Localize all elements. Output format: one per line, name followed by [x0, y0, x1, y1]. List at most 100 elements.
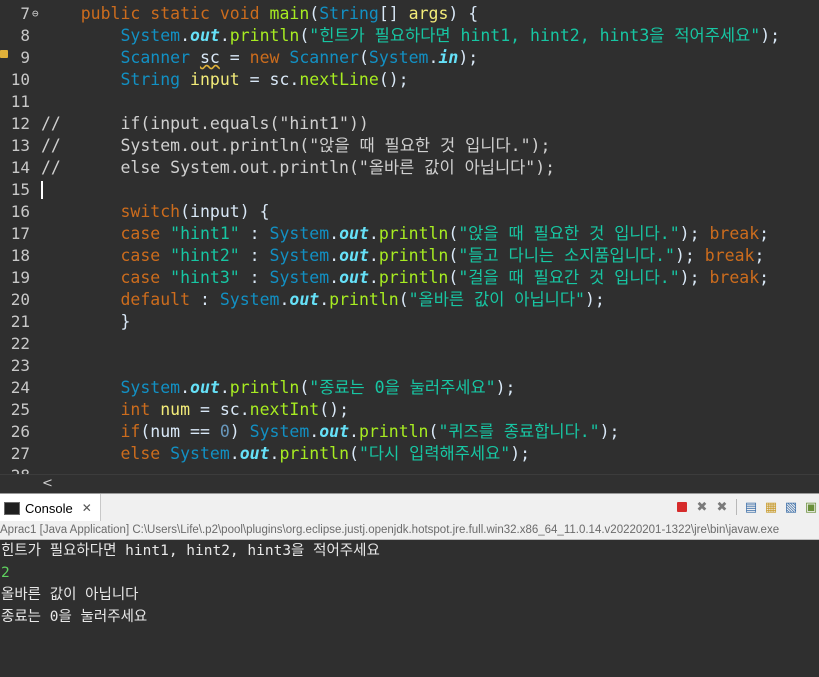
line-number: 17	[10, 224, 30, 243]
code-token: switch	[120, 202, 181, 221]
code-line[interactable]: 10 String input = sc.nextLine();	[0, 69, 819, 91]
code-token: new	[249, 48, 280, 67]
scroll-lock-icon[interactable]: ▦	[763, 499, 779, 515]
horizontal-scrollbar[interactable]: <	[0, 474, 819, 493]
code-line[interactable]: 28	[0, 465, 819, 474]
code-token: System	[249, 422, 310, 441]
code-line[interactable]: 21 }	[0, 311, 819, 333]
code-line[interactable]: 27 else System.out.println("다시 입력해주세요");	[0, 443, 819, 465]
code-token: (	[448, 246, 459, 265]
code-line[interactable]: 15	[0, 179, 819, 201]
code-token: input	[190, 70, 240, 89]
code-line[interactable]: 16 switch(input) {	[0, 201, 819, 223]
code-token: "퀴즈를 종료합니다."	[438, 422, 600, 441]
code-token: "종료는 0을 눌러주세요"	[309, 378, 496, 397]
code-line[interactable]: 24 System.out.println("종료는 0을 눌러주세요");	[0, 377, 819, 399]
code-line[interactable]: 18 case "hint2" : System.out.println("들고…	[0, 245, 819, 267]
code-line[interactable]: 19 case "hint3" : System.out.println("걸을…	[0, 267, 819, 289]
code-token: :	[239, 246, 270, 265]
code-line[interactable]: 17 case "hint1" : System.out.println("앉을…	[0, 223, 819, 245]
code-token: out	[339, 224, 369, 243]
code-line[interactable]: 22	[0, 333, 819, 355]
code-token: in	[438, 48, 459, 67]
code-token: out	[289, 290, 320, 309]
line-number: 8	[20, 26, 30, 45]
code-editor[interactable]: 7 ⊖ public static void main(String[] args…	[0, 0, 819, 474]
code-token: .	[428, 48, 439, 67]
code-token: .	[180, 378, 191, 397]
code-token: );	[679, 224, 710, 243]
line-number: 16	[10, 202, 30, 221]
code-line[interactable]: 20 default : System.out.println("올바른 값이 …	[0, 289, 819, 311]
code-token: String	[319, 4, 379, 23]
pin-console-icon[interactable]: ▣	[803, 499, 819, 515]
warning-icon[interactable]	[0, 50, 8, 58]
code-token: out	[190, 26, 220, 45]
console-output[interactable]: 힌트가 필요하다면 hint1, hint2, hint3을 적어주세요 2 올바른…	[0, 540, 819, 677]
scroll-left-icon[interactable]: <	[42, 476, 53, 491]
fold-collapse-icon[interactable]: ⊖	[32, 3, 39, 25]
remove-all-launches-icon[interactable]: ✖	[714, 499, 730, 515]
code-line[interactable]: 26 if(num == 0) System.out.println("퀴즈를 …	[0, 421, 819, 443]
code-token: default	[120, 290, 191, 309]
toolbar-divider	[736, 499, 737, 515]
code-token: .	[368, 224, 379, 243]
code-token: sc.	[269, 70, 300, 89]
code-token: );	[599, 422, 620, 441]
line-number: 12	[10, 114, 30, 133]
code-token: println	[279, 444, 350, 463]
code-token: case	[120, 268, 161, 287]
code-line[interactable]: 25 int num = sc.nextInt();	[0, 399, 819, 421]
code-line[interactable]: 11	[0, 91, 819, 113]
code-token: System	[269, 268, 330, 287]
code-token: .	[269, 444, 280, 463]
code-token: .	[229, 444, 240, 463]
code-token: );	[679, 268, 710, 287]
code-token: }	[41, 312, 131, 331]
clear-console-icon[interactable]: ▤	[743, 499, 759, 515]
code-token: System	[170, 444, 230, 463]
code-token: (	[299, 26, 310, 45]
code-line[interactable]: 23	[0, 355, 819, 377]
code-token: out	[339, 246, 369, 265]
code-line[interactable]: 14 // else System.out.println("올바른 값이 아닙니…	[0, 157, 819, 179]
line-number: 22	[10, 334, 30, 353]
code-token: .	[219, 378, 230, 397]
code-token: println	[229, 378, 300, 397]
code-token: );	[760, 26, 781, 45]
terminate-icon[interactable]	[674, 499, 690, 515]
code-token: case	[120, 224, 161, 243]
tab-console[interactable]: Console ✕	[0, 494, 101, 522]
code-token: 0	[219, 422, 230, 441]
code-token: "올바른 값이 아닙니다"	[408, 290, 585, 309]
code-line[interactable]: 8 System.out.println("힌트가 필요하다면 hint1, h…	[0, 25, 819, 47]
code-token: );	[674, 246, 705, 265]
line-number: 15	[10, 180, 30, 199]
code-token: Scanner	[120, 48, 191, 67]
code-token: .	[279, 290, 290, 309]
code-line[interactable]: 9 Scanner sc = new Scanner(System.in);	[0, 47, 819, 69]
code-line[interactable]: 12 // if(input.equals("hint1"))	[0, 113, 819, 135]
remove-launch-icon[interactable]: ✖	[694, 499, 710, 515]
word-wrap-icon[interactable]: ▧	[783, 499, 799, 515]
code-token: );	[458, 48, 479, 67]
code-token: "앉을 때 필요한 것 입니다."	[458, 224, 680, 243]
code-token: break	[709, 268, 760, 287]
code-text: }	[41, 311, 130, 333]
code-token: nextInt	[249, 400, 320, 419]
code-token: // if(input.equals("hint1"))	[41, 114, 369, 133]
line-number: 14	[10, 158, 30, 177]
code-line[interactable]: 13 // System.out.println("앉을 때 필요한 것 입니다.…	[0, 135, 819, 157]
line-number: 23	[10, 356, 30, 375]
code-line[interactable]: 7 ⊖ public static void main(String[] args…	[0, 3, 819, 25]
close-icon[interactable]: ✕	[82, 501, 92, 515]
code-token: .	[309, 422, 320, 441]
code-token: Scanner	[289, 48, 359, 67]
